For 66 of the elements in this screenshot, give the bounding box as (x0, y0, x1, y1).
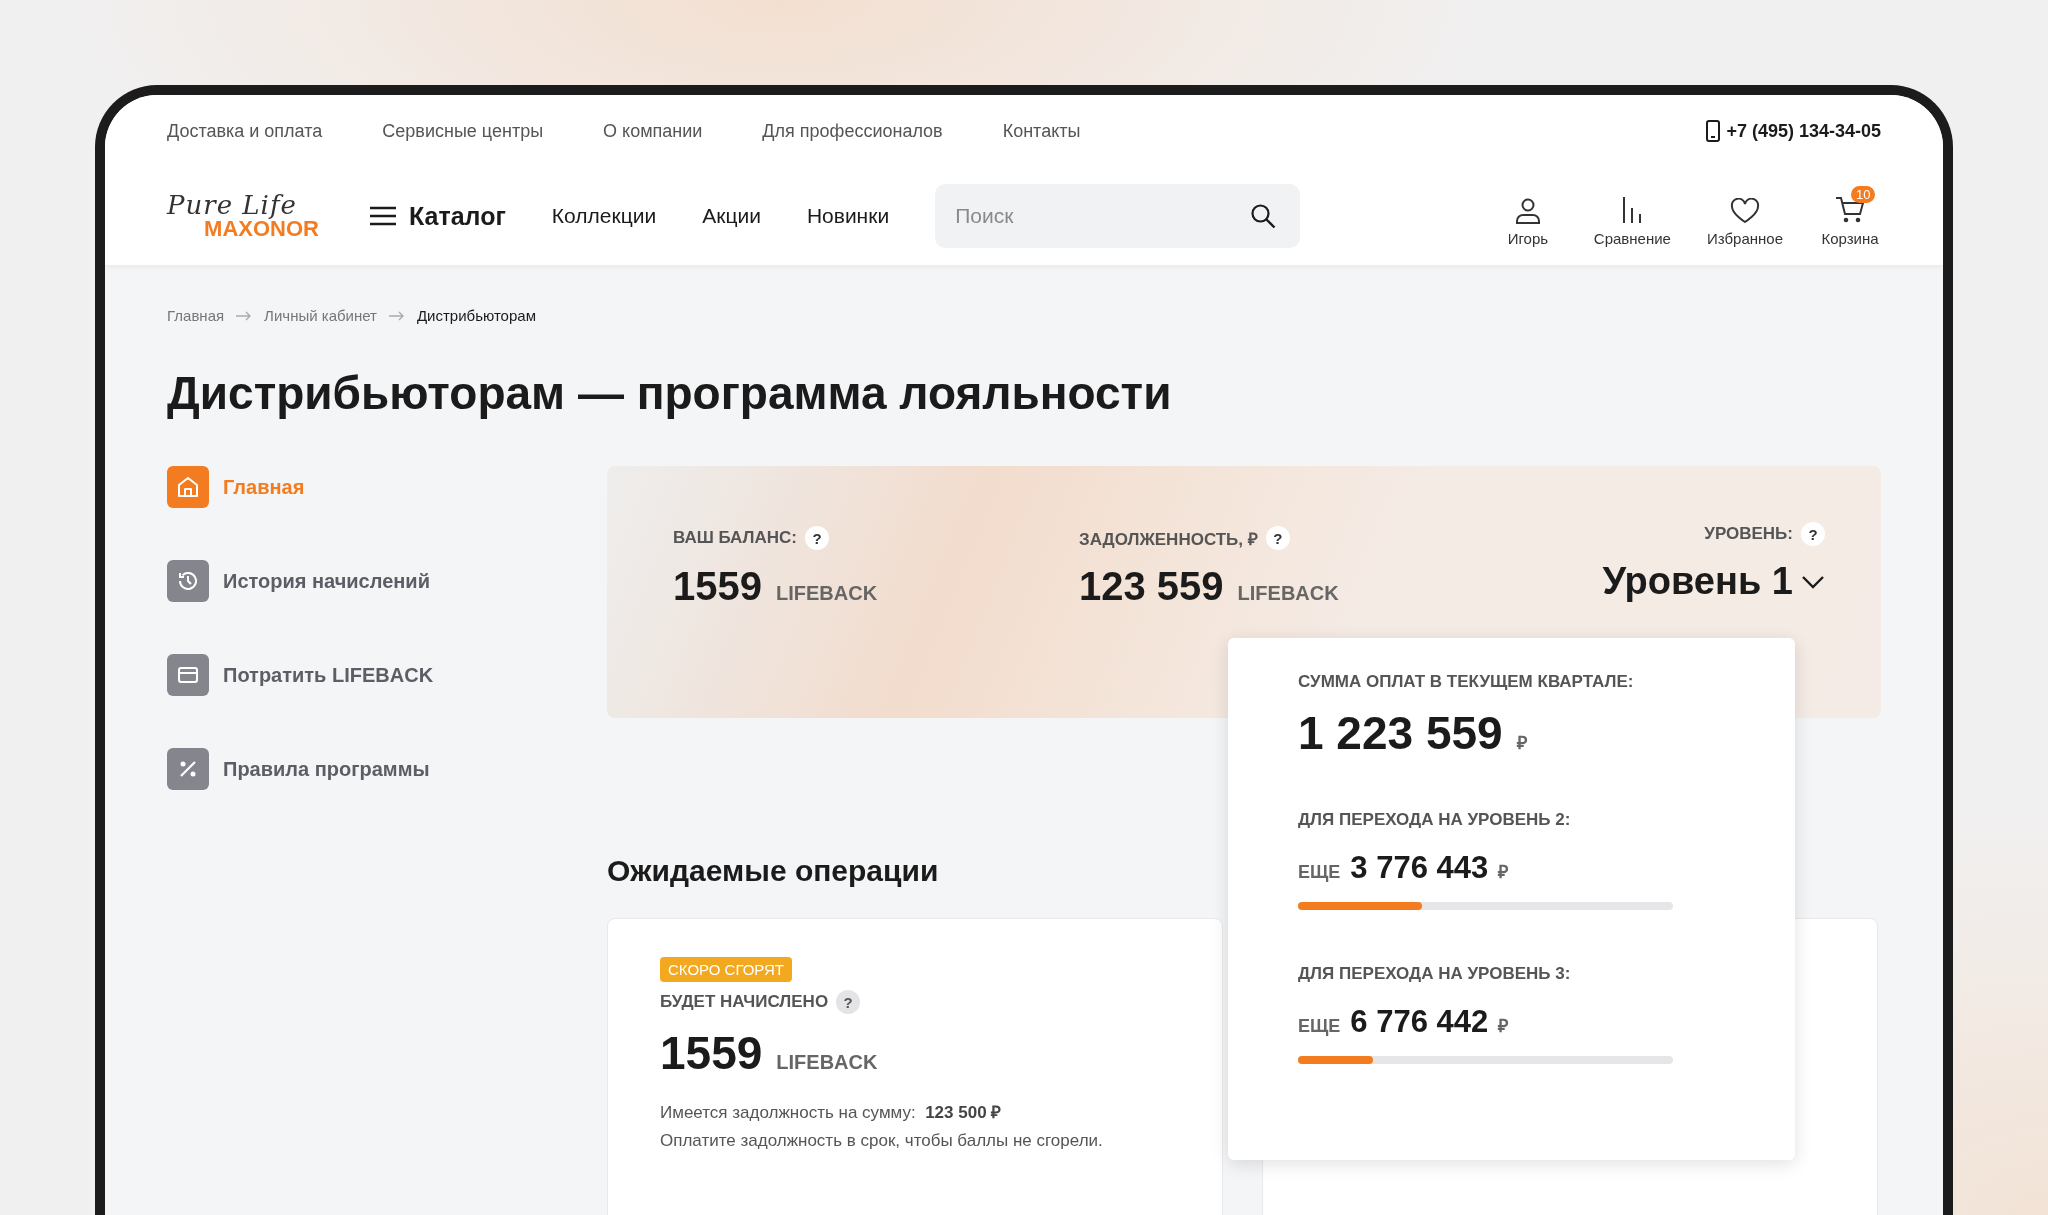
sidebar-item[interactable]: Потратить LIFEBACK (167, 654, 607, 696)
heart-icon (1730, 197, 1760, 224)
nav-link[interactable]: Акции (702, 204, 761, 228)
operation-label: БУДЕТ НАЧИСЛЕНО (660, 992, 829, 1012)
help-icon[interactable]: ? (1265, 526, 1290, 550)
header-action[interactable]: Игорь (1497, 185, 1558, 247)
user-icon (1513, 197, 1542, 224)
search-icon[interactable] (1250, 203, 1277, 229)
phone-number[interactable]: +7 (495) 134-34-05 (1726, 120, 1881, 142)
sidebar-item[interactable]: Правила программы (167, 748, 607, 790)
phone-icon (1706, 120, 1721, 142)
unit-label: LIFEBACK (1237, 582, 1339, 605)
logo[interactable]: Pure Life MAXONOR (167, 192, 321, 240)
level-dropdown[interactable]: Уровень 1 (1602, 560, 1825, 603)
remaining-prefix: ЕЩЕ (1298, 862, 1341, 883)
remaining-prefix: ЕЩЕ (1298, 1016, 1341, 1037)
page-title: Дистрибьюторам — программа лояльности (167, 366, 1173, 420)
quarter-sum-label: СУММА ОПЛАТ В ТЕКУЩЕМ КВАРТАЛЕ: (1298, 672, 1635, 692)
debt-text: Имеется задолжность на сумму: 123 500 ₽ (660, 1102, 1003, 1123)
menu-icon (369, 206, 397, 226)
credit-card-icon (177, 664, 199, 686)
stat-value: 1559 (673, 564, 762, 609)
cart-count-badge: 10 (1851, 185, 1876, 203)
home-icon (177, 476, 199, 498)
next-level-label: ДЛЯ ПЕРЕХОДА НА УРОВЕНЬ 3: (1298, 964, 1572, 984)
nav-link[interactable]: Новинки (806, 204, 890, 228)
search-field[interactable]: Поиск (935, 184, 1301, 248)
catalog-button[interactable]: Каталог (369, 201, 506, 231)
remaining-amount: 3 776 443 (1350, 850, 1489, 886)
breadcrumb-link[interactable]: Личный кабинет (264, 307, 377, 324)
top-nav-link[interactable]: Для профессионалов (762, 120, 943, 142)
bar-chart-icon (1621, 195, 1644, 224)
unit-label: LIFEBACK (776, 1051, 878, 1074)
remaining-amount: 6 776 442 (1350, 1004, 1489, 1040)
unit-label: LIFEBACK (776, 582, 878, 605)
quarter-sum-value: 1 223 559 (1298, 706, 1503, 760)
top-nav-link[interactable]: Доставка и оплата (167, 120, 323, 142)
currency-sign: ₽ (1498, 861, 1509, 883)
nav-link[interactable]: Коллекции (551, 204, 657, 228)
sidebar-item[interactable]: История начислений (167, 560, 607, 602)
history-icon (177, 570, 199, 592)
status-tag: СКОРО СГОРЯТ (660, 957, 793, 982)
operation-value: 1559 (660, 1026, 763, 1080)
help-icon[interactable]: ? (1801, 522, 1825, 546)
stat-value: 123 559 (1079, 564, 1224, 609)
currency-sign: ₽ (1516, 732, 1527, 754)
arrow-icon (236, 310, 253, 321)
stat-label: УРОВЕНЬ: (1704, 524, 1793, 544)
chevron-icon (1801, 574, 1825, 589)
top-nav-link[interactable]: О компании (603, 120, 703, 142)
header-action[interactable]: Избранное (1706, 185, 1783, 247)
arrow-icon (388, 310, 405, 321)
section-title: Ожидаемые операции (607, 854, 939, 888)
next-level-label: ДЛЯ ПЕРЕХОДА НА УРОВЕНЬ 2: (1298, 810, 1572, 830)
stat-label: ВАШ БАЛАНС: (673, 528, 797, 548)
stat-label: ЗАДОЛЖЕННОСТЬ, ₽ (1079, 528, 1258, 550)
header-action[interactable]: Сравнение (1593, 185, 1671, 247)
breadcrumb-link[interactable]: Главная (167, 307, 225, 324)
top-nav-link[interactable]: Сервисные центры (382, 120, 544, 142)
help-icon[interactable]: ? (805, 526, 829, 550)
breadcrumb-link[interactable]: Дистрибьюторам (416, 307, 536, 324)
top-nav-link[interactable]: Контакты (1002, 120, 1081, 142)
currency-sign: ₽ (1498, 1015, 1509, 1037)
help-icon[interactable]: ? (836, 990, 861, 1014)
debt-note: Оплатите задолжность в срок, чтобы баллы не сгорели. (660, 1131, 1104, 1151)
header-action[interactable]: 10 Корзина (1819, 185, 1881, 247)
